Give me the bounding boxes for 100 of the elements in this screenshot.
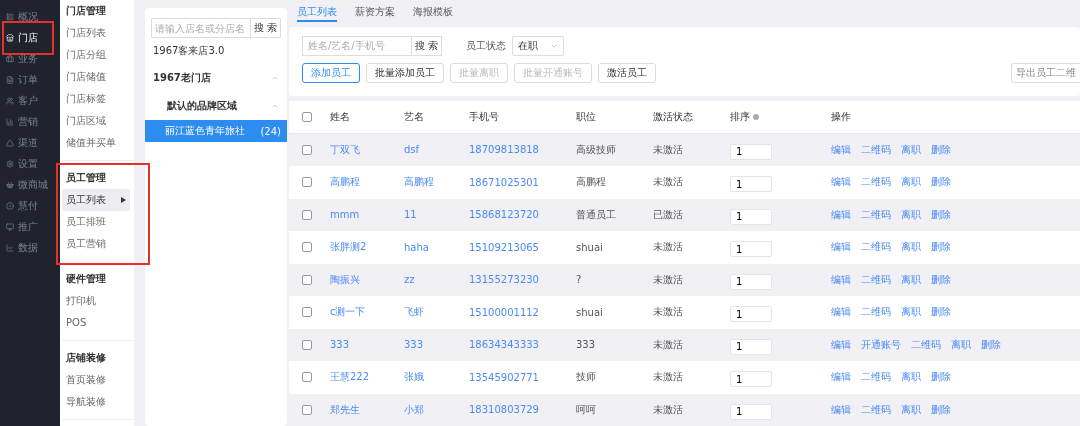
action-link[interactable]: 离职 <box>901 175 921 190</box>
action-link[interactable]: 编辑 <box>831 370 851 385</box>
action-link[interactable]: 离职 <box>901 272 921 287</box>
phone-link[interactable]: 18634343333 <box>469 339 576 351</box>
name-link[interactable]: 丁双飞 <box>330 142 404 157</box>
action-link[interactable]: 编辑 <box>831 402 851 417</box>
submenu-item[interactable]: 员工营销 <box>62 233 130 255</box>
employee-search-field[interactable]: 姓名/艺名/手机号 <box>302 35 411 56</box>
search-button[interactable]: 搜 索 <box>411 35 443 56</box>
action-link[interactable]: 删除 <box>931 207 951 222</box>
submenu-item[interactable]: 打印机 <box>62 290 130 312</box>
action-link[interactable]: 二维码 <box>861 175 891 190</box>
nav-item[interactable]: 订单 <box>0 71 60 89</box>
submenu-item[interactable]: 员工列表 <box>62 189 130 211</box>
chevron-up-icon[interactable] <box>271 102 279 110</box>
phone-link[interactable]: 18671025301 <box>469 176 576 188</box>
alias-link[interactable]: 张娥 <box>404 370 469 385</box>
action-link[interactable]: 二维码 <box>861 207 891 222</box>
action-button[interactable]: 激活员工 <box>598 62 656 83</box>
tree-label[interactable]: 默认的品牌区域 <box>167 99 237 113</box>
name-link[interactable]: 张胖测2 <box>330 240 404 255</box>
action-link[interactable]: 二维码 <box>861 370 891 385</box>
name-link[interactable]: mmm <box>330 209 404 221</box>
submenu-item[interactable]: 门店列表 <box>62 22 130 44</box>
action-link[interactable]: 删除 <box>931 305 951 320</box>
action-link[interactable]: 离职 <box>901 240 921 255</box>
nav-item[interactable]: 业务 <box>0 50 60 68</box>
action-link[interactable]: 二维码 <box>861 240 891 255</box>
checkbox[interactable] <box>302 144 312 155</box>
action-link[interactable]: 编辑 <box>831 175 851 190</box>
phone-link[interactable]: 18709813818 <box>469 144 576 156</box>
name-link[interactable]: 333 <box>330 339 404 351</box>
action-link[interactable]: 离职 <box>901 142 921 157</box>
action-link[interactable]: 删除 <box>931 240 951 255</box>
name-link[interactable]: c测一下 <box>330 305 404 320</box>
action-link[interactable]: 编辑 <box>831 142 851 157</box>
action-link[interactable]: 离职 <box>951 337 971 352</box>
action-link[interactable]: 二维码 <box>911 337 941 352</box>
checkbox[interactable] <box>302 274 312 285</box>
checkbox[interactable] <box>302 209 312 220</box>
action-link[interactable]: 删除 <box>931 142 951 157</box>
submenu-item[interactable]: 首页装修 <box>62 369 130 391</box>
phone-link[interactable]: 15109213065 <box>469 241 576 253</box>
tree-item[interactable]: 丽江蓝色青年旅社 (24) <box>145 120 287 142</box>
store-search-field[interactable]: 请输入店名或分店名 <box>151 18 250 38</box>
alias-link[interactable]: 飞虾 <box>404 305 469 320</box>
alias-link[interactable]: 333 <box>404 339 469 351</box>
phone-link[interactable]: 13545902771 <box>469 371 576 383</box>
action-link[interactable]: 编辑 <box>831 337 851 352</box>
phone-link[interactable]: 15100001112 <box>469 306 576 318</box>
chevron-up-icon[interactable] <box>271 74 279 82</box>
action-link[interactable]: 二维码 <box>861 402 891 417</box>
action-link[interactable]: 离职 <box>901 402 921 417</box>
nav-item[interactable]: 微商城 <box>0 176 60 194</box>
status-select[interactable]: 在职 <box>512 35 565 56</box>
sort-input[interactable]: 1 <box>730 306 772 322</box>
action-button[interactable]: 批量添加员工 <box>366 62 444 83</box>
submenu-item[interactable]: 门店标签 <box>62 88 130 110</box>
alias-link[interactable]: haha <box>404 241 469 253</box>
alias-link[interactable]: 高鹏程 <box>404 175 469 190</box>
nav-item[interactable]: 营销 <box>0 113 60 131</box>
submenu-item[interactable]: 门店储值 <box>62 66 130 88</box>
checkbox[interactable] <box>302 372 312 383</box>
action-link[interactable]: 编辑 <box>831 240 851 255</box>
tab[interactable]: 薪资方案 <box>355 5 395 22</box>
nav-item[interactable]: 设置 <box>0 155 60 173</box>
phone-link[interactable]: 13155273230 <box>469 274 576 286</box>
sort-input[interactable]: 1 <box>730 241 772 257</box>
action-button[interactable]: 添加员工 <box>302 62 360 83</box>
nav-item[interactable]: 客户 <box>0 92 60 110</box>
action-link[interactable]: 编辑 <box>831 305 851 320</box>
action-link[interactable]: 二维码 <box>861 305 891 320</box>
sort-input[interactable]: 1 <box>730 338 772 355</box>
sort-input[interactable]: 1 <box>730 273 772 290</box>
alias-link[interactable]: dsf <box>404 144 469 156</box>
sort-input[interactable]: 1 <box>730 176 772 192</box>
sort-input[interactable]: 1 <box>730 143 772 160</box>
name-link[interactable]: 郑先生 <box>330 402 404 417</box>
checkbox[interactable] <box>302 177 312 188</box>
checkbox[interactable] <box>302 404 312 415</box>
nav-item[interactable]: 数据 <box>0 239 60 257</box>
submenu-item[interactable]: 门店分组 <box>62 44 130 66</box>
checkbox[interactable] <box>302 242 312 253</box>
tree-label[interactable]: 1967老门店 <box>153 71 211 85</box>
nav-item[interactable]: 慧付 <box>0 197 60 215</box>
action-link[interactable]: 二维码 <box>861 142 891 157</box>
tab[interactable]: 海报模板 <box>413 5 453 22</box>
phone-link[interactable]: 18310803729 <box>469 404 576 416</box>
submenu-item[interactable]: POS <box>62 312 130 334</box>
action-link[interactable]: 删除 <box>931 402 951 417</box>
action-link[interactable]: 编辑 <box>831 207 851 222</box>
nav-item[interactable]: 门店 <box>0 29 60 47</box>
checkbox[interactable] <box>302 111 312 122</box>
nav-item[interactable]: 概况 <box>0 8 60 26</box>
action-link[interactable]: 离职 <box>901 370 921 385</box>
name-link[interactable]: 陶振兴 <box>330 272 404 287</box>
submenu-item[interactable]: 导航装修 <box>62 391 130 413</box>
tab[interactable]: 员工列表 <box>297 5 337 22</box>
alias-link[interactable]: 11 <box>404 209 469 221</box>
name-link[interactable]: 高鹏程 <box>330 175 404 190</box>
